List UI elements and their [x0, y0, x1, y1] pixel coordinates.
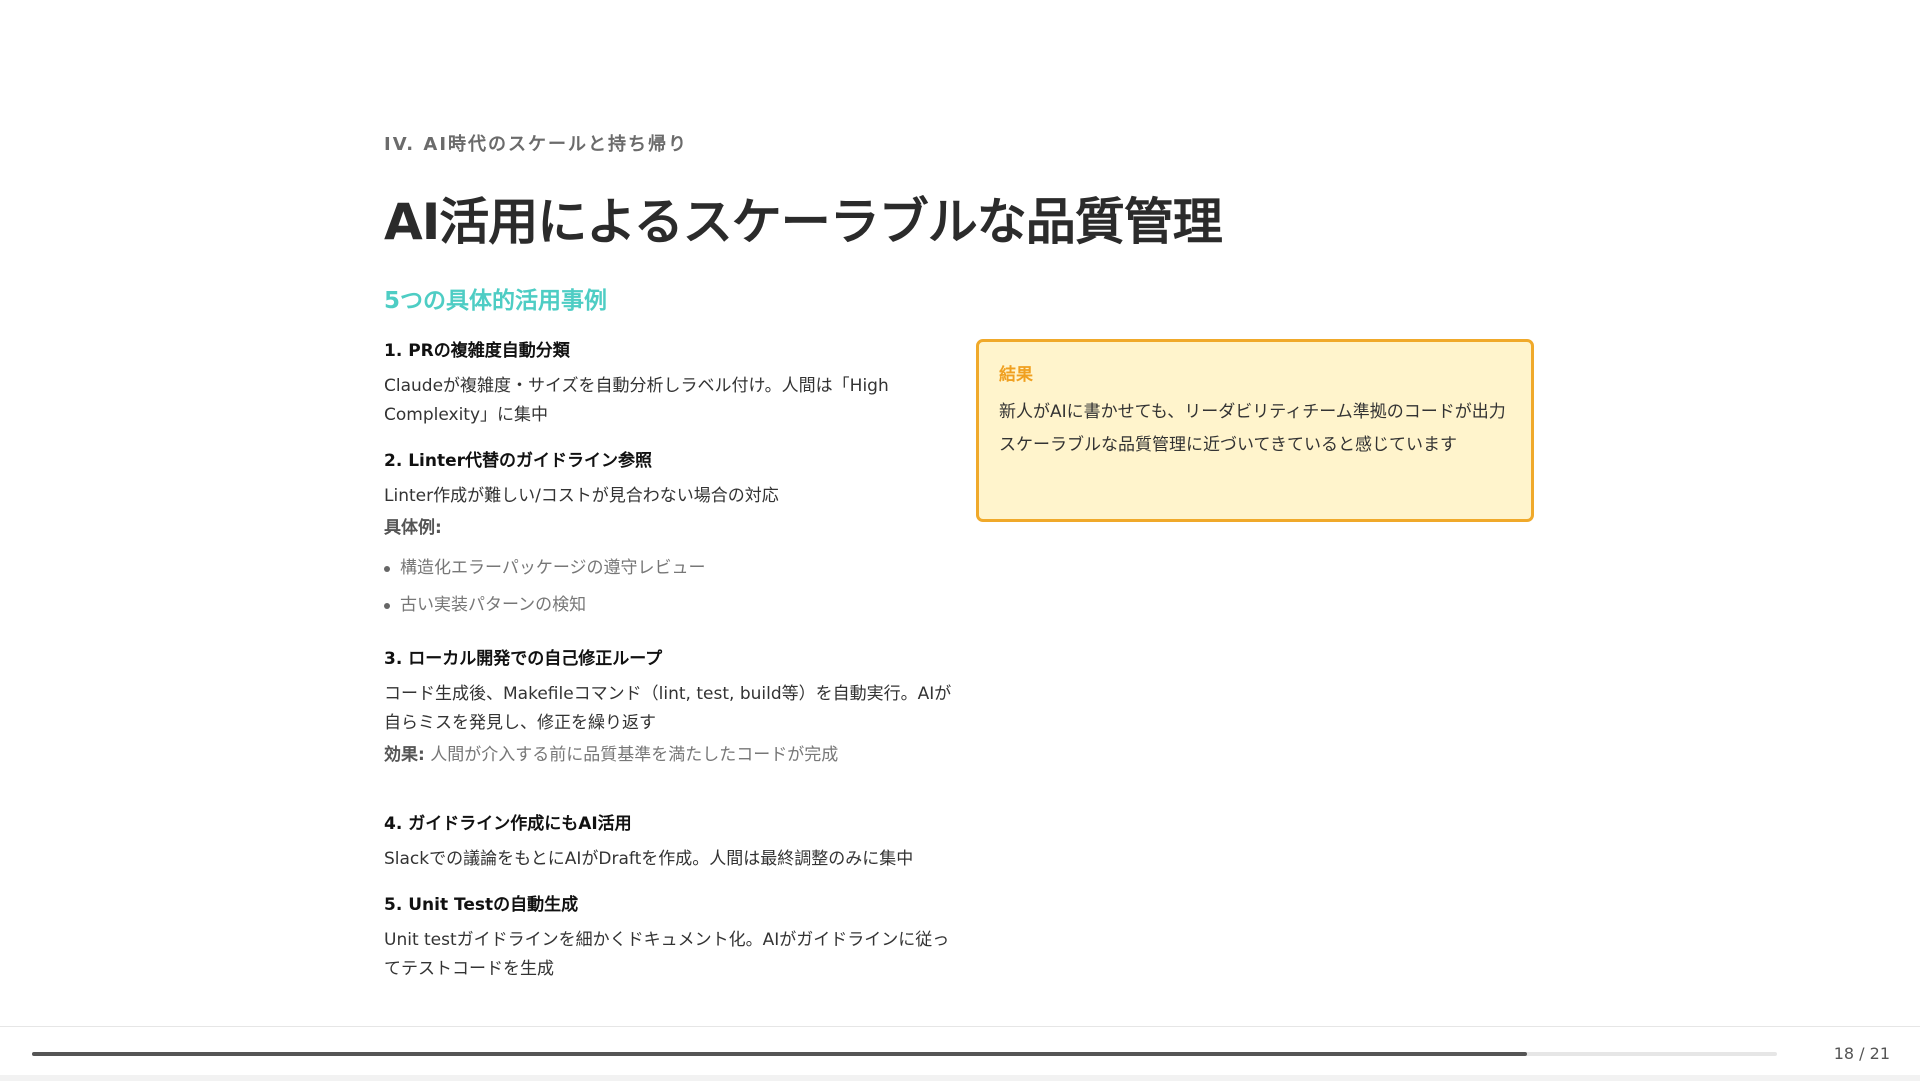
- use-case-title: 2. Linter代替のガイドライン参照: [384, 451, 653, 471]
- use-case-list: 1. PRの複雑度自動分類 Claudeが複雑度・サイズを自動分析しラベル付け。…: [384, 338, 954, 1002]
- use-case-title: 3. ローカル開発での自己修正ループ: [384, 649, 663, 669]
- use-case-description: Slackでの議論をもとにAIがDraftを作成。人間は最終調整のみに集中: [384, 849, 914, 869]
- use-case-title: 1. PRの複雑度自動分類: [384, 341, 570, 361]
- section-subtitle: 5つの具体的活用事例: [384, 288, 608, 314]
- use-case-title: 5. Unit Testの自動生成: [384, 895, 579, 915]
- bottom-strip: [0, 1075, 1920, 1081]
- result-callout: 結果 新人がAIに書かせても、リーダビリティチーム準拠のコードが出力 スケーラブ…: [976, 339, 1534, 522]
- result-line: 新人がAIに書かせても、リーダビリティチーム準拠のコードが出力: [999, 402, 1506, 422]
- page-counter: 18 / 21: [1833, 1044, 1890, 1063]
- effect-line: 効果: 人間が介入する前に品質基準を満たしたコードが完成: [384, 740, 954, 771]
- use-case-description: Unit testガイドラインを細かくドキュメント化。AIがガイドラインに従って…: [384, 930, 950, 979]
- progress-bar[interactable]: [32, 1052, 1777, 1056]
- list-item: 古い実装パターンの検知: [384, 587, 954, 624]
- use-case-description: Linter作成が難しい/コストが見合わない場合の対応: [384, 486, 779, 506]
- result-line: スケーラブルな品質管理に近づいてきていると感じています: [999, 435, 1457, 455]
- use-case-5: 5. Unit Testの自動生成 Unit testガイドラインを細かくドキュ…: [384, 892, 954, 984]
- slide: IV. AI時代のスケールと持ち帰り AI活用によるスケーラブルな品質管理 5つ…: [0, 0, 1920, 1026]
- presentation-footer: 18 / 21: [0, 1026, 1920, 1081]
- examples-label: 具体例:: [384, 518, 442, 538]
- use-case-3: 3. ローカル開発での自己修正ループ コード生成後、Makefileコマンド（l…: [384, 646, 954, 771]
- use-case-1: 1. PRの複雑度自動分類 Claudeが複雑度・サイズを自動分析しラベル付け。…: [384, 338, 954, 430]
- page-title: AI活用によるスケーラブルな品質管理: [384, 193, 1223, 251]
- use-case-description: コード生成後、Makefileコマンド（lint, test, build等）を…: [384, 684, 952, 733]
- progress-bar-fill: [32, 1052, 1528, 1056]
- result-title: 結果: [999, 365, 1033, 385]
- list-item: 構造化エラーパッケージの遵守レビュー: [384, 550, 954, 587]
- effect-text: 人間が介入する前に品質基準を満たしたコードが完成: [424, 745, 839, 765]
- effect-label: 効果:: [384, 745, 425, 765]
- examples-list: 構造化エラーパッケージの遵守レビュー 古い実装パターンの検知: [384, 550, 954, 624]
- section-label: IV. AI時代のスケールと持ち帰り: [384, 134, 689, 155]
- use-case-title: 4. ガイドライン作成にもAI活用: [384, 814, 632, 834]
- use-case-description: Claudeが複雑度・サイズを自動分析しラベル付け。人間は「High Compl…: [384, 376, 889, 425]
- use-case-2: 2. Linter代替のガイドライン参照 Linter作成が難しい/コストが見合…: [384, 448, 954, 624]
- use-case-4: 4. ガイドライン作成にもAI活用 Slackでの議論をもとにAIがDraftを…: [384, 811, 954, 874]
